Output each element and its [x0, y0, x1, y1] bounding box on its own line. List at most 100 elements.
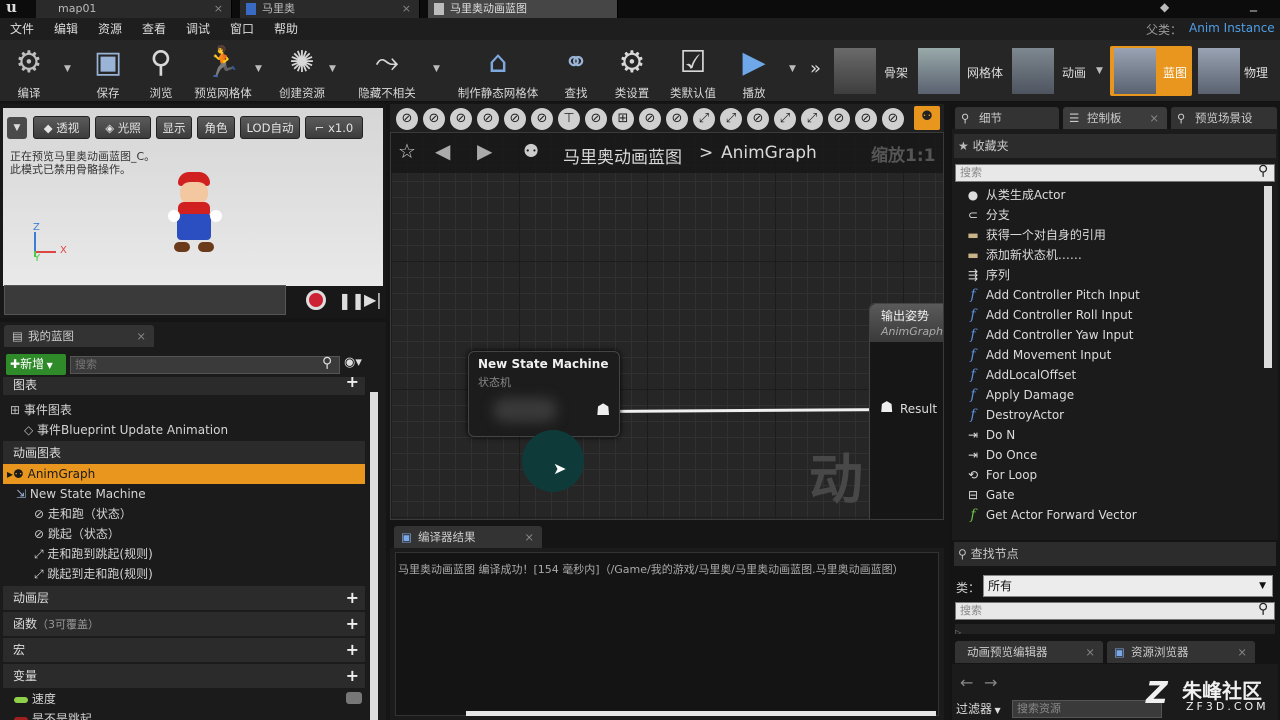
breadcrumb-root[interactable]: 马里奥动画蓝图	[563, 143, 682, 168]
record-icon[interactable]	[306, 290, 326, 310]
tab-compiler-results[interactable]: ▣ 编译器结果 ×	[394, 526, 542, 548]
menu-view[interactable]: 查看	[142, 18, 166, 40]
find-nodes-header[interactable]: ⚲ 查找节点	[954, 542, 1276, 566]
tab-anim-preview-editor[interactable]: 动画预览编辑器 ×	[955, 641, 1103, 663]
source-control-icon[interactable]: ◆	[1160, 0, 1169, 14]
close-icon[interactable]: ×	[1237, 641, 1247, 663]
menu-debug[interactable]: 调试	[186, 18, 210, 40]
palette-item[interactable]: f Get Actor Forward Vector	[964, 505, 1136, 525]
close-icon[interactable]: ×	[1149, 107, 1159, 129]
graph-tool-icon[interactable]: ⤢	[693, 108, 715, 130]
chevron-down-icon[interactable]: ▼	[64, 64, 71, 74]
search-icon[interactable]: ⚲	[322, 355, 332, 371]
palette-item[interactable]: ⇥ Do N	[964, 425, 1015, 445]
palette-item[interactable]: f Add Movement Input	[964, 345, 1111, 365]
variable-type-pill[interactable]	[346, 692, 362, 704]
palette-item[interactable]: ⇥ Do Once	[964, 445, 1037, 465]
event-graph-item[interactable]: ⊞ 事件图表	[10, 400, 72, 420]
my-blueprint-search-input[interactable]: 搜索	[70, 356, 340, 374]
event-update-item[interactable]: ◇ 事件Blueprint Update Animation	[24, 420, 228, 440]
palette-item[interactable]: ▬ 获得一个对自身的引用	[964, 225, 1106, 245]
tab-map01[interactable]: map01 ×	[36, 0, 232, 18]
macros-category[interactable]: 宏 +	[3, 638, 365, 662]
anim-graphs-category[interactable]: 动画图表	[3, 441, 365, 465]
add-graph-icon[interactable]: +	[346, 377, 359, 390]
palette-item[interactable]: ● 从类生成Actor	[964, 185, 1066, 205]
graph-tool-icon[interactable]: ⤢	[720, 108, 742, 130]
menu-asset[interactable]: 资源	[98, 18, 122, 40]
palette-scrollbar[interactable]	[1264, 186, 1272, 368]
palette-item[interactable]: f Apply Damage	[964, 385, 1074, 405]
palette-item[interactable]: f Add Controller Roll Input	[964, 305, 1132, 325]
graph-tool-icon[interactable]: ⊘	[585, 108, 607, 130]
variable-speed[interactable]: 速度	[14, 689, 56, 709]
anim-layers-category[interactable]: 动画层 +	[3, 586, 365, 610]
graph-tool-icon[interactable]: ⊘	[639, 108, 661, 130]
graph-tool-icon[interactable]: ⊘	[666, 108, 688, 130]
my-blueprint-scrollbar[interactable]	[370, 392, 378, 720]
graph-tool-icon[interactable]: ⊘	[504, 108, 526, 130]
mode-skeleton[interactable]: 骨架	[834, 48, 912, 94]
graph-tool-icon[interactable]: ⊘	[423, 108, 445, 130]
create-asset-button[interactable]: ✺ 创建资源	[272, 40, 332, 102]
variable-is-jumping[interactable]: 是不是跳起	[14, 709, 92, 720]
graph-tool-icon[interactable]: ⊘	[396, 108, 418, 130]
state-item-walk-run[interactable]: ⊘ 走和跑（状态）	[34, 504, 132, 524]
anim-graph-item[interactable]: ▸⚉ AnimGraph	[3, 464, 365, 484]
step-forward-icon[interactable]: ▶|	[364, 290, 382, 309]
forward-arrow-icon[interactable]: ▶	[477, 139, 492, 163]
tab-mario-anim-bp[interactable]: 马里奥动画蓝图	[428, 0, 618, 18]
palette-item[interactable]: ⊟ Gate	[964, 485, 1015, 505]
search-icon[interactable]: ⚲	[1258, 163, 1268, 179]
browse-button[interactable]: ⚲ 浏览	[138, 40, 184, 102]
make-static-mesh-button[interactable]: ⌂ 制作静态网格体	[454, 40, 542, 102]
save-button[interactable]: ▣ 保存	[84, 40, 132, 102]
state-item-jump[interactable]: ⊘ 跳起（状态）	[34, 524, 120, 544]
compiler-hscrollbar[interactable]	[466, 711, 936, 716]
palette-item[interactable]: ⇶ 序列	[964, 265, 1010, 285]
graph-tool-icon[interactable]: ⊘	[450, 108, 472, 130]
chevron-down-icon[interactable]: ▼	[329, 64, 336, 74]
show-button[interactable]: 显示	[156, 116, 192, 139]
close-icon[interactable]: ×	[1085, 641, 1095, 663]
tab-palette[interactable]: ☰ 控制板 ×	[1063, 107, 1167, 129]
graph-canvas[interactable]: ☆ ◀ ▶ ⚉ 马里奥动画蓝图 > AnimGraph 缩放1:1 动画 New…	[390, 132, 944, 520]
graph-tool-icon[interactable]: ⊘	[855, 108, 877, 130]
character-button[interactable]: 角色	[197, 116, 235, 139]
eye-icon[interactable]: ◉▾	[344, 355, 362, 370]
menu-edit[interactable]: 编辑	[54, 18, 78, 40]
mode-blueprint[interactable]: 蓝图	[1110, 46, 1192, 96]
graph-tool-icon[interactable]: ⊞	[612, 108, 634, 130]
pose-output-pin-icon[interactable]: ☗	[596, 400, 610, 419]
palette-item[interactable]: f Add Controller Yaw Input	[964, 325, 1133, 345]
tab-details[interactable]: ⚲ 细节	[955, 107, 1059, 129]
functions-category[interactable]: 函数（3可覆盖） +	[3, 612, 365, 636]
rule-item-jump-to-walk[interactable]: ⤢ 跳起到走和跑(规则)	[34, 564, 153, 584]
chevron-down-icon[interactable]: ▼	[255, 64, 262, 74]
variables-category[interactable]: 变量 +	[3, 664, 365, 688]
mode-animation[interactable]: 动画 ▼	[1012, 48, 1106, 94]
palette-item[interactable]: ⟲ For Loop	[964, 465, 1037, 485]
pose-input-pin-icon[interactable]: ☗	[880, 398, 893, 416]
tab-mario[interactable]: 马里奥 ×	[240, 0, 420, 18]
graph-tool-icon[interactable]: ⊤	[558, 108, 580, 130]
rule-item-walk-to-jump[interactable]: ⤢ 走和跑到跳起(规则)	[34, 544, 153, 564]
hide-unrelated-button[interactable]: ⤳ 隐藏不相关	[352, 40, 422, 102]
menu-file[interactable]: 文件	[10, 18, 34, 40]
lit-button[interactable]: ◈ 光照	[95, 116, 151, 139]
asset-search-input[interactable]: 搜索资源	[1012, 700, 1162, 718]
palette-search-input[interactable]: 搜索	[955, 164, 1275, 182]
pause-icon[interactable]: ❚❚	[338, 291, 365, 310]
close-icon[interactable]: ×	[402, 0, 411, 17]
class-settings-button[interactable]: ⚙ 类设置	[608, 40, 656, 102]
palette-item[interactable]: f DestroyActor	[964, 405, 1064, 425]
graph-tool-icon[interactable]: ⤢	[774, 108, 796, 130]
perspective-button[interactable]: ◆ 透视	[33, 116, 90, 139]
add-macro-icon[interactable]: +	[346, 638, 359, 662]
favorites-header[interactable]: ★ 收藏夹	[954, 134, 1276, 158]
search-icon[interactable]: ⚲	[1258, 601, 1268, 617]
add-function-icon[interactable]: +	[346, 612, 359, 636]
find-button[interactable]: ⚭ 查找	[554, 40, 598, 102]
close-icon[interactable]: ×	[524, 526, 534, 548]
overflow-icon[interactable]: »	[810, 58, 821, 79]
